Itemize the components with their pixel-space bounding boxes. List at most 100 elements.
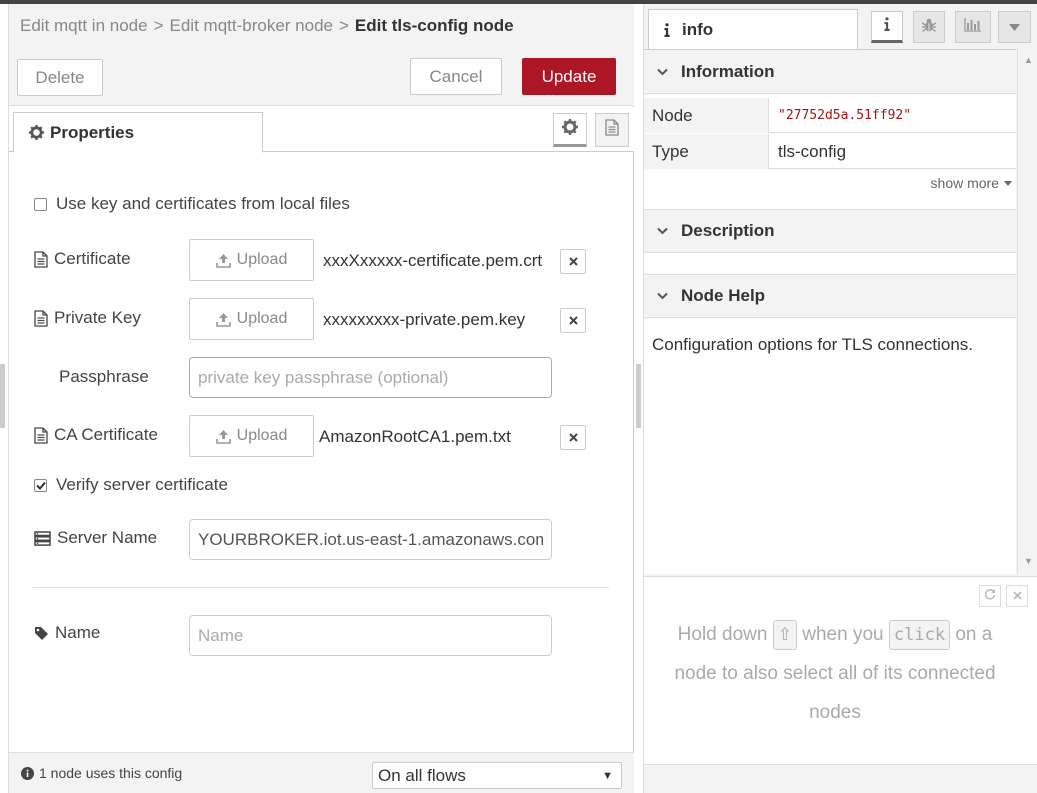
gear-icon [29, 125, 44, 140]
show-more-link[interactable]: show more [931, 175, 1012, 191]
scroll-up-icon[interactable]: ▲ [1024, 55, 1033, 65]
info-value-type: tls-config [778, 141, 847, 161]
description-section-title: Description [681, 221, 775, 240]
private-key-label-row: Private Key [34, 308, 141, 328]
info-value-node-id: "27752d5a.51ff92" [778, 108, 912, 123]
tab-info[interactable]: info [648, 9, 858, 49]
close-icon [1012, 587, 1022, 605]
ca-certificate-upload-button[interactable]: Upload [189, 415, 314, 457]
refresh-tip-button[interactable] [979, 585, 1001, 607]
info-row-type: Type tls-config [644, 134, 1016, 169]
node-description-tab[interactable] [595, 113, 629, 147]
scope-select[interactable]: On all flows ▼ [372, 762, 622, 789]
delete-button[interactable]: Delete [17, 59, 103, 96]
name-label: Name [55, 623, 101, 642]
close-tips-button[interactable] [1006, 585, 1028, 607]
upload-icon [215, 312, 231, 327]
tab-properties-label: Properties [50, 122, 135, 142]
upload-icon [215, 429, 231, 444]
private-key-file-name: xxxxxxxxx-private.pem.key [323, 310, 526, 329]
chevron-down-icon [657, 227, 668, 235]
certificate-label: Certificate [54, 249, 131, 268]
breadcrumb-current: Edit tls-config node [354, 16, 514, 35]
local-files-checkbox[interactable] [34, 197, 47, 211]
private-key-upload-button[interactable]: Upload [189, 298, 314, 340]
update-button[interactable]: Update [522, 58, 616, 95]
certificate-clear-button[interactable] [560, 249, 586, 274]
verify-label: Verify server certificate [56, 475, 228, 494]
breadcrumb: Edit mqtt in node > Edit mqtt-broker node >… [20, 16, 514, 36]
left-resize-handle[interactable] [0, 364, 5, 428]
tip-text-part: Hold down [677, 624, 768, 645]
info-icon [664, 22, 670, 37]
upload-icon [215, 253, 231, 268]
breadcrumb-separator: > [153, 16, 164, 35]
breadcrumb-item[interactable]: Edit mqtt-broker node [170, 16, 333, 35]
passphrase-input[interactable] [189, 357, 552, 398]
edit-tray: Edit mqtt in node > Edit mqtt-broker node >… [8, 4, 634, 793]
click-key: click [888, 619, 951, 650]
private-key-clear-button[interactable] [560, 308, 586, 333]
info-tab-button[interactable] [871, 11, 903, 43]
server-name-label: Server Name [57, 528, 158, 547]
server-name-input[interactable] [189, 519, 552, 560]
local-files-label: Use key and certificates from local file… [56, 194, 350, 213]
check-icon [35, 475, 46, 495]
breadcrumb-separator: > [338, 16, 349, 35]
ca-certificate-label-row: CA Certificate [34, 425, 158, 445]
sidebar-scrollbar[interactable]: ▲ ▼ [1017, 49, 1037, 574]
sidebar-menu-button[interactable] [998, 11, 1031, 43]
tab-properties[interactable]: Properties [13, 112, 263, 153]
ca-certificate-label: CA Certificate [54, 425, 158, 444]
breadcrumb-item[interactable]: Edit mqtt in node [20, 16, 148, 35]
tab-info-label: info [682, 19, 714, 39]
tip-text: Hold down ⇧ when you click on a node to … [660, 615, 1010, 732]
sidebar-footer [644, 764, 1037, 793]
tray-footer: 1 node uses this config On all flows ▼ [9, 752, 634, 793]
certificate-label-row: Certificate [34, 249, 131, 269]
server-icon [34, 530, 51, 546]
ca-certificate-clear-button[interactable] [560, 425, 586, 450]
node-help-section-title: Node Help [681, 286, 766, 305]
close-icon [568, 312, 578, 330]
info-row-node: Node "27752d5a.51ff92" [644, 98, 1016, 133]
node-settings-tab[interactable] [553, 113, 587, 147]
cancel-button[interactable]: Cancel [410, 58, 502, 95]
file-icon [34, 309, 48, 327]
sidebar: info Information Node "27752d5a.51ff92" … [643, 4, 1037, 793]
upload-label: Upload [236, 427, 288, 444]
node-help-section-header[interactable]: Node Help [644, 274, 1016, 318]
description-section-header[interactable]: Description [644, 209, 1016, 253]
certificate-upload-button[interactable]: Upload [189, 239, 314, 281]
debug-tab-button[interactable] [913, 11, 945, 43]
info-key: Type [644, 134, 769, 169]
caret-down-icon [1009, 18, 1020, 36]
information-section-title: Information [681, 61, 775, 81]
tag-icon [34, 626, 49, 641]
info-key: Node [644, 98, 769, 133]
information-section-header[interactable]: Information [644, 50, 1016, 94]
passphrase-label: Passphrase [59, 367, 149, 386]
show-more-label: show more [930, 175, 999, 191]
dashboard-tab-button[interactable] [955, 11, 991, 43]
name-label-row: Name [34, 623, 100, 643]
file-text-icon [605, 119, 619, 141]
scroll-down-icon[interactable]: ▼ [1024, 556, 1033, 566]
config-usage-info: 1 node uses this config [21, 765, 182, 781]
chevron-down-icon [657, 292, 668, 300]
info-panel: Information Node "27752d5a.51ff92" Type … [644, 49, 1016, 574]
file-icon [34, 250, 48, 268]
verify-checkbox[interactable] [34, 478, 47, 492]
scope-select-value: On all flows [378, 765, 466, 785]
file-icon [34, 426, 48, 444]
close-icon [568, 253, 578, 271]
tray-header: Edit mqtt in node > Edit mqtt-broker node >… [9, 4, 634, 106]
name-input[interactable] [189, 615, 552, 656]
certificate-file-name: xxxXxxxxx-certificate.pem.crt [323, 251, 543, 270]
gear-icon [562, 118, 578, 140]
bug-icon [921, 17, 937, 38]
local-files-row[interactable]: Use key and certificates from local file… [34, 194, 350, 214]
sidebar-resize-handle[interactable] [636, 364, 641, 428]
verify-row[interactable]: Verify server certificate [34, 475, 228, 495]
refresh-icon [984, 587, 996, 605]
